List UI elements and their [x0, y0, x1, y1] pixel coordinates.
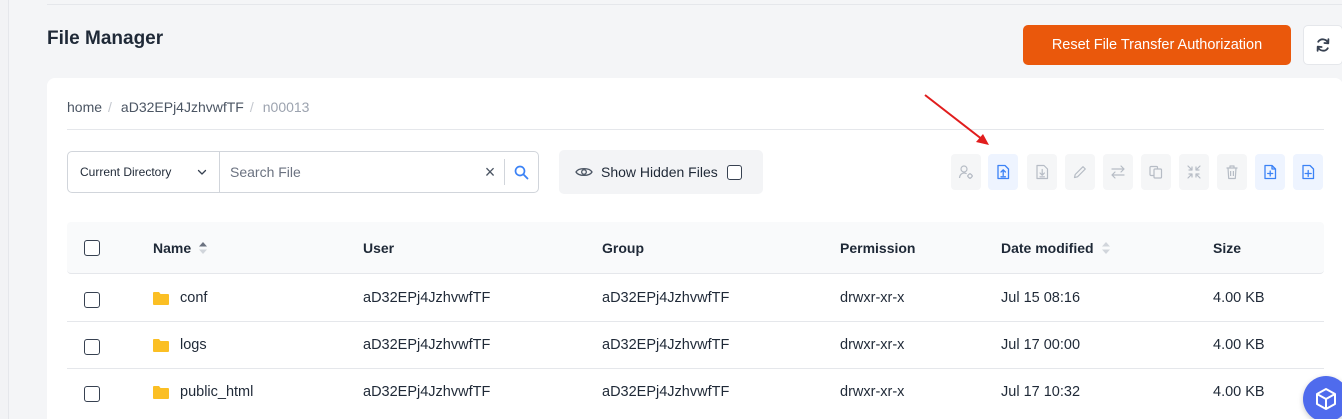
- select-all-checkbox[interactable]: [84, 240, 100, 256]
- breadcrumb-home[interactable]: home: [67, 99, 102, 115]
- show-hidden-files-toggle[interactable]: Show Hidden Files: [559, 150, 763, 194]
- compress-icon: [1187, 165, 1201, 179]
- user-cell: aD32EPj4JzhvwfTF: [363, 337, 491, 353]
- delete-button[interactable]: [1217, 154, 1247, 190]
- copy-button[interactable]: [1141, 154, 1171, 190]
- column-header-name[interactable]: Name: [153, 240, 209, 256]
- delete-icon: [1226, 165, 1238, 180]
- column-header-permission: Permission: [840, 240, 916, 256]
- breadcrumb-divider: [67, 129, 1324, 130]
- user-permissions-icon: [958, 165, 973, 179]
- column-date-label: Date modified: [1001, 240, 1094, 256]
- date-modified-cell: Jul 17 00:00: [1001, 337, 1081, 353]
- row-checkbox[interactable]: [84, 386, 100, 402]
- date-modified-cell: Jul 17 10:32: [1001, 384, 1081, 400]
- sort-icon: [1101, 242, 1110, 254]
- reset-file-transfer-authorization-button[interactable]: Reset File Transfer Authorization: [1023, 25, 1291, 65]
- rename-icon: [1073, 166, 1086, 179]
- eye-icon: [575, 167, 593, 177]
- compress-button[interactable]: [1179, 154, 1209, 190]
- move-icon: [1111, 165, 1125, 179]
- search-input[interactable]: [220, 152, 476, 192]
- refresh-button[interactable]: [1303, 25, 1342, 65]
- page-title: File Manager: [47, 28, 164, 49]
- table-row[interactable]: conf aD32EPj4JzhvwfTF aD32EPj4JzhvwfTF d…: [67, 275, 1324, 322]
- show-hidden-files-checkbox[interactable]: [726, 164, 742, 180]
- permission-cell: drwxr-xr-x: [840, 384, 905, 400]
- size-cell: 4.00 KB: [1213, 337, 1265, 353]
- column-header-group: Group: [602, 240, 644, 256]
- search-button[interactable]: [505, 152, 538, 192]
- move-button[interactable]: [1103, 154, 1133, 190]
- column-header-user: User: [363, 240, 395, 256]
- breadcrumb-separator: /: [249, 99, 254, 115]
- column-header-size: Size: [1213, 240, 1242, 256]
- directory-scope-select[interactable]: Current Directory: [68, 152, 220, 192]
- clear-search-icon[interactable]: ×: [476, 152, 504, 192]
- search-group: Current Directory ×: [67, 151, 539, 193]
- rename-button[interactable]: [1065, 154, 1095, 190]
- group-cell: aD32EPj4JzhvwfTF: [602, 384, 730, 400]
- folder-icon: [153, 386, 169, 399]
- file-manager-card: home / aD32EPj4JzhvwfTF / n00013 Current…: [47, 78, 1342, 419]
- file-name-cell[interactable]: public_html: [153, 384, 253, 400]
- search-icon: [514, 165, 529, 179]
- sort-icon: [199, 242, 208, 254]
- refresh-icon: [1316, 38, 1330, 52]
- chevron-down-icon: [197, 169, 207, 175]
- column-header-date-modified[interactable]: Date modified: [1001, 240, 1112, 256]
- new-folder-button[interactable]: [1293, 154, 1323, 190]
- download-file-button[interactable]: [1027, 154, 1057, 190]
- user-cell: aD32EPj4JzhvwfTF: [363, 384, 491, 400]
- date-modified-cell: Jul 15 08:16: [1001, 290, 1081, 306]
- breadcrumb-user[interactable]: aD32EPj4JzhvwfTF: [121, 99, 244, 115]
- size-cell: 4.00 KB: [1213, 290, 1265, 306]
- size-cell: 4.00 KB: [1213, 384, 1265, 400]
- row-checkbox[interactable]: [84, 292, 100, 308]
- file-name: public_html: [180, 384, 254, 400]
- file-name-cell[interactable]: logs: [153, 337, 207, 353]
- folder-icon: [153, 292, 169, 305]
- user-permissions-button[interactable]: [951, 154, 981, 190]
- user-cell: aD32EPj4JzhvwfTF: [363, 290, 491, 306]
- table-row[interactable]: logs aD32EPj4JzhvwfTF aD32EPj4JzhvwfTF d…: [67, 322, 1324, 369]
- group-cell: aD32EPj4JzhvwfTF: [602, 337, 730, 353]
- breadcrumb: home / aD32EPj4JzhvwfTF / n00013: [67, 99, 309, 115]
- upload-file-button[interactable]: [988, 154, 1018, 190]
- new-file-icon: [1264, 164, 1277, 180]
- file-name-cell[interactable]: conf: [153, 290, 207, 306]
- breadcrumb-separator: /: [108, 99, 112, 115]
- permission-cell: drwxr-xr-x: [840, 290, 905, 306]
- new-folder-icon: [1302, 164, 1315, 180]
- table-row[interactable]: public_html aD32EPj4JzhvwfTF aD32EPj4Jzh…: [67, 369, 1324, 416]
- file-name: logs: [180, 337, 207, 353]
- upload-file-icon: [997, 164, 1010, 180]
- new-file-button[interactable]: [1255, 154, 1285, 190]
- group-cell: aD32EPj4JzhvwfTF: [602, 290, 730, 306]
- cube-icon: [1316, 388, 1336, 410]
- show-hidden-files-label: Show Hidden Files: [601, 164, 718, 180]
- folder-icon: [153, 339, 169, 352]
- breadcrumb-current: n00013: [262, 99, 310, 115]
- page-container: File Manager Reset File Transfer Authori…: [8, 0, 1342, 419]
- help-widget-button[interactable]: [1303, 376, 1342, 419]
- permission-cell: drwxr-xr-x: [840, 337, 905, 353]
- download-file-icon: [1036, 164, 1049, 180]
- column-name-label: Name: [153, 240, 192, 256]
- table-header: Name User Group Permission Date modified…: [67, 222, 1324, 274]
- directory-scope-label: Current Directory: [80, 165, 172, 179]
- file-name: conf: [180, 290, 208, 306]
- row-checkbox[interactable]: [84, 339, 100, 355]
- copy-icon: [1149, 165, 1163, 179]
- top-divider: [47, 4, 1342, 5]
